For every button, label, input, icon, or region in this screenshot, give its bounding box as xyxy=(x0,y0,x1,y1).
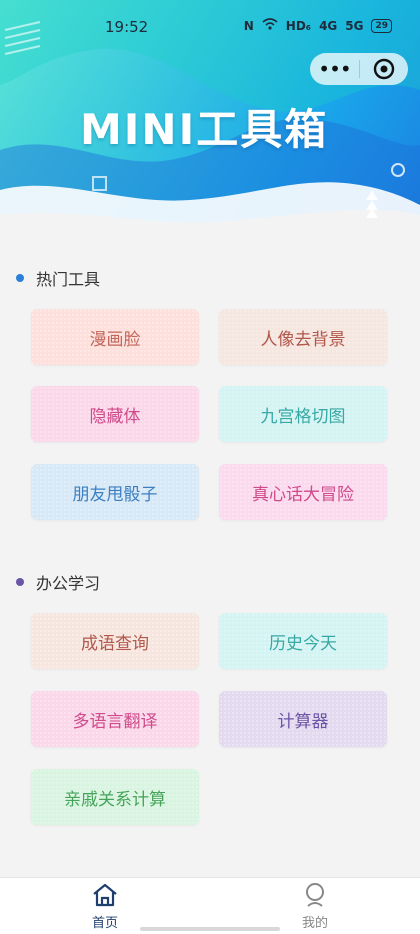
section-dot xyxy=(16,274,24,282)
tool-truth-or-dare[interactable]: 真心话大冒险 xyxy=(219,464,387,520)
close-target-icon[interactable] xyxy=(360,58,408,80)
tool-history-today[interactable]: 历史今天 xyxy=(219,613,387,669)
status-icons: N HD₆ 4G 5G 29 xyxy=(244,18,392,33)
tool-calculator[interactable]: 计算器 xyxy=(219,691,387,747)
battery-icon: 29 xyxy=(371,18,392,33)
signal-icon-4g: 4G xyxy=(319,18,338,33)
tab-mine[interactable]: 我的 xyxy=(275,882,355,931)
tool-manga-face[interactable]: 漫画脸 xyxy=(31,309,199,365)
signal-icon-5g: 5G xyxy=(345,18,364,33)
tool-hidden-text[interactable]: 隐藏体 xyxy=(31,386,199,442)
home-icon xyxy=(91,882,119,912)
home-indicator xyxy=(140,927,280,931)
tool-nine-grid[interactable]: 九宫格切图 xyxy=(219,386,387,442)
bottom-tab-bar: 首页 我的 xyxy=(0,877,420,934)
tool-dice[interactable]: 朋友甩骰子 xyxy=(31,464,199,520)
more-menu-icon[interactable]: ••• xyxy=(310,59,359,79)
hd-indicator: HD₆ xyxy=(285,18,312,33)
tool-translate[interactable]: 多语言翻译 xyxy=(31,691,199,747)
mini-program-capsule: ••• xyxy=(310,53,408,85)
section-office-study: 办公学习 xyxy=(16,570,100,594)
status-time: 19:52 xyxy=(105,18,149,36)
page-title: MINI工具箱 xyxy=(80,105,329,154)
wifi-icon xyxy=(262,18,278,33)
tool-idiom-lookup[interactable]: 成语查询 xyxy=(31,613,199,669)
tool-relative-calculator[interactable]: 亲戚关系计算 xyxy=(31,769,199,825)
header-banner: 19:52 N HD₆ 4G 5G 29 ••• MINI工具箱 xyxy=(0,0,420,235)
section-title: 办公学习 xyxy=(36,574,101,593)
section-dot xyxy=(16,578,24,586)
tab-label: 我的 xyxy=(301,916,328,931)
tab-home[interactable]: 首页 xyxy=(65,882,145,931)
section-hot-tools: 热门工具 xyxy=(16,266,100,290)
nfc-icon: N xyxy=(243,18,254,33)
section-title: 热门工具 xyxy=(36,270,101,289)
tab-label: 首页 xyxy=(91,916,118,931)
tool-remove-background[interactable]: 人像去背景 xyxy=(219,309,387,365)
user-icon xyxy=(301,882,329,912)
status-bar: 19:52 N HD₆ 4G 5G 29 xyxy=(0,18,420,38)
